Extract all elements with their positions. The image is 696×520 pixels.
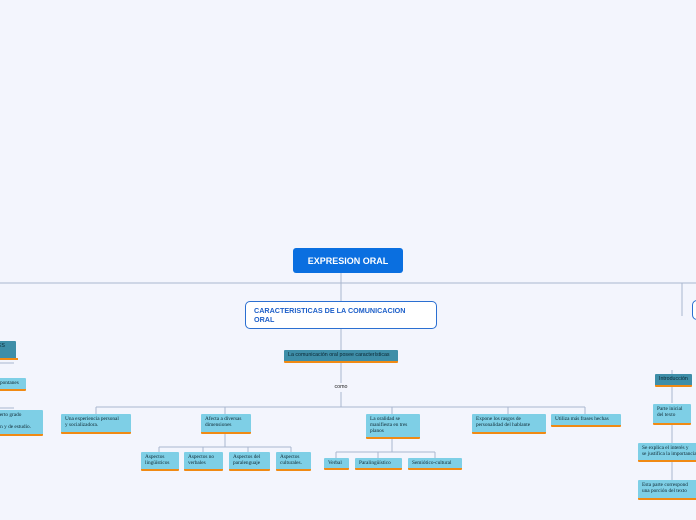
right-node-introduction[interactable]: Introducción	[655, 374, 692, 387]
subtopic-characteristics[interactable]: La comunicación oral posee característic…	[284, 350, 398, 363]
right-node-initial-part[interactable]: Parte inicial del texto	[653, 404, 691, 425]
feature-personality-traits[interactable]: Expone los rasgos de personalidad del ha…	[472, 414, 546, 434]
plane-paralinguistic[interactable]: Paralingüístico	[355, 458, 402, 470]
right-node-interest[interactable]: Se explica el interés y se justifica la …	[638, 443, 696, 462]
feature-set-phrases[interactable]: Utiliza más frases hechas	[551, 414, 621, 427]
feature-personal-experience[interactable]: Una experiencia personal y socializadora…	[61, 414, 131, 434]
feature-three-planes[interactable]: La oralidad se manifiesta en tres planos	[366, 414, 420, 439]
left-branch-node-2[interactable]: pontanes	[0, 378, 26, 391]
connector-label: como	[326, 384, 356, 392]
dimension-linguistic[interactable]: Aspectos lingüísticos	[141, 452, 179, 471]
dimension-paralanguage[interactable]: Aspectos del paralenguaje	[229, 452, 270, 471]
plane-verbal[interactable]: Verbal	[324, 458, 349, 470]
plane-semiotic-cultural[interactable]: Semiótico-cultural	[408, 458, 462, 470]
main-topic-characteristics[interactable]: CARACTERISTICAS DE LA COMUNICACION ORAL	[245, 301, 437, 329]
dimension-nonverbal[interactable]: Aspectos no verbales	[184, 452, 223, 471]
dimension-cultural[interactable]: Aspectos culturales.	[276, 452, 311, 471]
left-branch-node-3[interactable]: cierto grado ión y de estudio.	[0, 410, 43, 436]
left-branch-node-1[interactable]: NES L.	[0, 341, 16, 359]
left-branch-underline	[0, 358, 18, 360]
feature-dimensions[interactable]: Afecta a diversas dimensiones	[201, 414, 251, 434]
right-node-portion[interactable]: Esta parte correspond una porción del te…	[638, 480, 696, 500]
root-node[interactable]: EXPRESION ORAL	[293, 248, 403, 273]
right-main-topic-partial[interactable]	[692, 300, 696, 320]
